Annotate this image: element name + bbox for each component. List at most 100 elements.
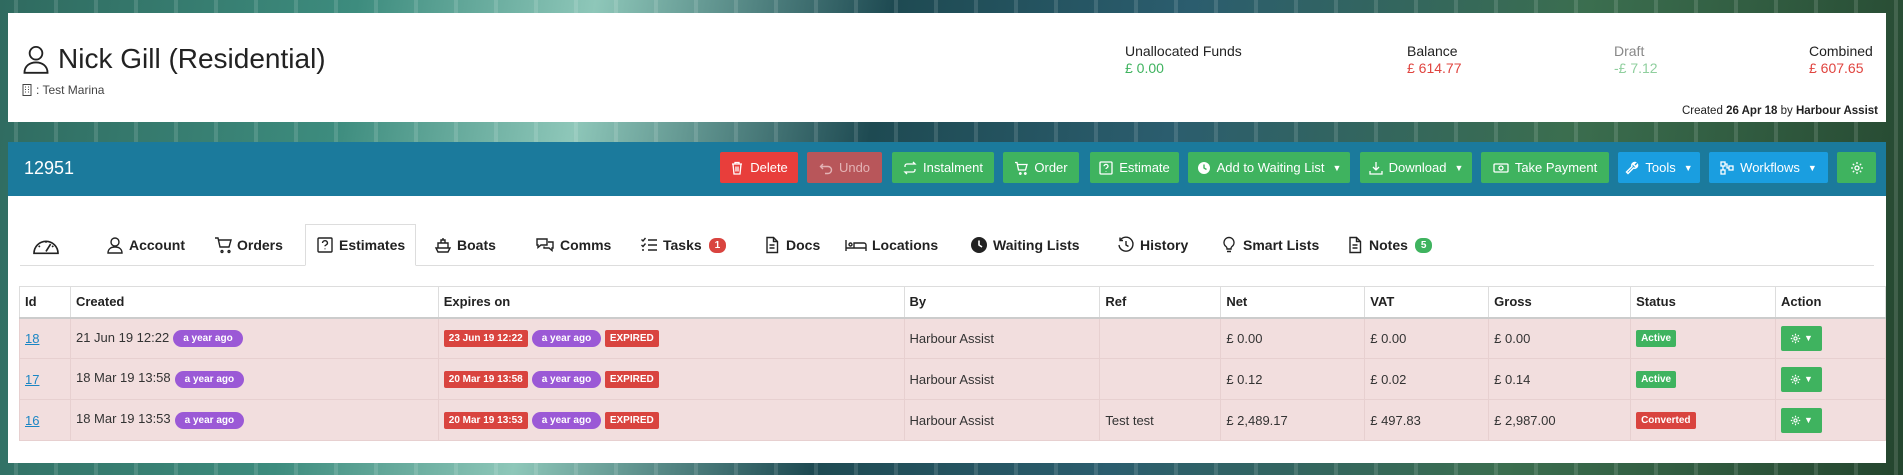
order-button[interactable]: Order	[1003, 152, 1079, 183]
settings-button[interactable]	[1837, 152, 1876, 183]
gear-icon	[1790, 333, 1801, 343]
net-cell: £ 0.00	[1220, 317, 1366, 359]
question-square-icon	[317, 237, 333, 253]
table-row: 18 21 Jun 19 12:22 a year ago 23 Jun 19 1…	[19, 317, 1887, 359]
undo-button[interactable]: Undo	[807, 152, 882, 183]
fund-draft: Draft -£ 7.12	[1614, 43, 1658, 76]
net-cell: £ 0.12	[1220, 358, 1366, 400]
fund-label: Draft	[1614, 43, 1645, 59]
customer-title: Nick Gill (Residential)	[22, 43, 326, 75]
tab-dashboard[interactable]	[20, 224, 78, 266]
column-header[interactable]: Status	[1630, 286, 1776, 319]
gear-icon	[1790, 415, 1801, 425]
tab-estimates[interactable]: Estimates	[305, 224, 417, 266]
column-header[interactable]: Created	[69, 286, 439, 319]
tab-locations[interactable]: Locations	[835, 224, 948, 266]
clock-icon	[971, 237, 987, 253]
tab-tasks[interactable]: Tasks 1	[630, 224, 736, 266]
tab-boats[interactable]: Boats	[424, 224, 506, 266]
gross-cell: £ 0.14	[1488, 358, 1632, 400]
download-button[interactable]: Download ▼	[1360, 152, 1472, 183]
tab-docs[interactable]: Docs	[753, 224, 830, 266]
tab-label: Comms	[560, 237, 612, 253]
download-label: Download	[1388, 160, 1447, 175]
column-header[interactable]: Net	[1220, 286, 1366, 319]
take-payment-label: Take Payment	[1514, 160, 1598, 175]
workflows-button[interactable]: Workflows ▼	[1709, 152, 1828, 183]
relative-time-badge: a year ago	[531, 329, 602, 347]
caret-down-icon: ▼	[1454, 162, 1464, 173]
tools-button[interactable]: Tools ▼	[1618, 152, 1700, 183]
column-header[interactable]: By	[903, 286, 1101, 319]
tab-orders[interactable]: Orders	[204, 224, 293, 266]
gross-cell: £ 0.00	[1488, 317, 1632, 359]
net-cell: £ 2,489.17	[1220, 399, 1366, 441]
created-date: 26 Apr 18	[1726, 105, 1778, 117]
undo-label: Undo	[838, 160, 871, 175]
relative-time-badge: a year ago	[173, 329, 243, 347]
row-action-button[interactable]: ▼	[1780, 366, 1822, 392]
money-icon	[1493, 162, 1509, 173]
delete-label: Delete	[750, 160, 788, 175]
record-tabs: Account Orders Estimates Boats Comms Tas…	[20, 224, 1874, 266]
tab-account[interactable]: Account	[96, 224, 195, 266]
relative-time-badge: a year ago	[531, 370, 602, 388]
clock-icon	[1197, 161, 1210, 174]
table-row: 17 18 Mar 19 13:58 a year ago 20 Mar 19 1…	[19, 358, 1887, 400]
caret-down-icon: ▼	[1803, 374, 1813, 384]
column-header[interactable]: Gross	[1488, 286, 1632, 319]
tab-waiting-lists[interactable]: Waiting Lists	[960, 224, 1090, 266]
waiting-list-label: Add to Waiting List	[1216, 160, 1325, 175]
tab-comms[interactable]: Comms	[525, 224, 621, 266]
workflow-icon	[1720, 160, 1734, 175]
fund-combined: Combined £ 607.65	[1809, 43, 1873, 76]
tab-label: Docs	[786, 237, 821, 253]
tab-label: Orders	[237, 237, 283, 253]
tab-notes[interactable]: Notes 5	[1336, 224, 1442, 266]
tab-label: Boats	[457, 237, 496, 253]
tab-history[interactable]: History	[1107, 224, 1198, 266]
expires-date-label: 23 Jun 19 12:22	[443, 329, 528, 347]
row-action-button[interactable]: ▼	[1780, 407, 1822, 433]
dashboard-gauge-icon	[33, 240, 59, 255]
estimate-button[interactable]: Estimate	[1090, 152, 1179, 183]
tasks-icon	[641, 237, 657, 251]
fund-unallocated: Unallocated Funds £ 0.00	[1125, 43, 1242, 76]
estimate-id-link[interactable]: 16	[25, 413, 39, 428]
estimate-label: Estimate	[1119, 160, 1170, 175]
column-header[interactable]: Ref	[1099, 286, 1222, 319]
estimate-id-link[interactable]: 17	[25, 372, 39, 387]
column-header[interactable]: Expires on	[437, 286, 905, 319]
row-action-button[interactable]: ▼	[1780, 325, 1822, 351]
question-square-icon	[1099, 160, 1113, 175]
instalment-button[interactable]: Instalment	[892, 152, 994, 183]
estimate-id-link[interactable]: 18	[25, 331, 39, 346]
by-cell: Harbour Assist	[903, 399, 1101, 441]
site-name: : Test Marina	[36, 83, 105, 97]
building-icon	[22, 84, 32, 96]
column-header[interactable]: Id	[19, 286, 71, 319]
expires-date-label: 20 Mar 19 13:58	[443, 370, 528, 388]
vat-cell: £ 0.00	[1364, 317, 1490, 359]
by-cell: Harbour Assist	[903, 358, 1101, 400]
expired-label: EXPIRED	[604, 329, 659, 347]
column-header[interactable]: VAT	[1364, 286, 1490, 319]
tab-label: Estimates	[339, 237, 406, 253]
status-badge: Active	[1636, 371, 1677, 388]
take-payment-button[interactable]: Take Payment	[1481, 152, 1609, 183]
add-to-waiting-list-button[interactable]: Add to Waiting List ▼	[1188, 152, 1350, 183]
record-id: 12951	[24, 158, 75, 178]
customer-name: Nick Gill (Residential)	[58, 43, 326, 74]
fund-value: -£ 7.12	[1614, 60, 1658, 76]
tab-label: Locations	[872, 237, 939, 253]
tab-smart-lists[interactable]: Smart Lists	[1210, 224, 1329, 266]
record-toolbar: 12951 Delete Undo Instalment Order Estim…	[8, 142, 1886, 196]
caret-down-icon: ▼	[1807, 162, 1817, 173]
created-info: Created 26 Apr 18 by Harbour Assist	[1682, 105, 1878, 117]
created-by: Harbour Assist	[1795, 105, 1878, 117]
tab-label: Notes	[1369, 237, 1408, 253]
customer-site: : Test Marina	[22, 83, 104, 97]
delete-button[interactable]: Delete	[720, 152, 798, 183]
expired-label: EXPIRED	[604, 411, 659, 429]
file-icon	[766, 236, 779, 254]
